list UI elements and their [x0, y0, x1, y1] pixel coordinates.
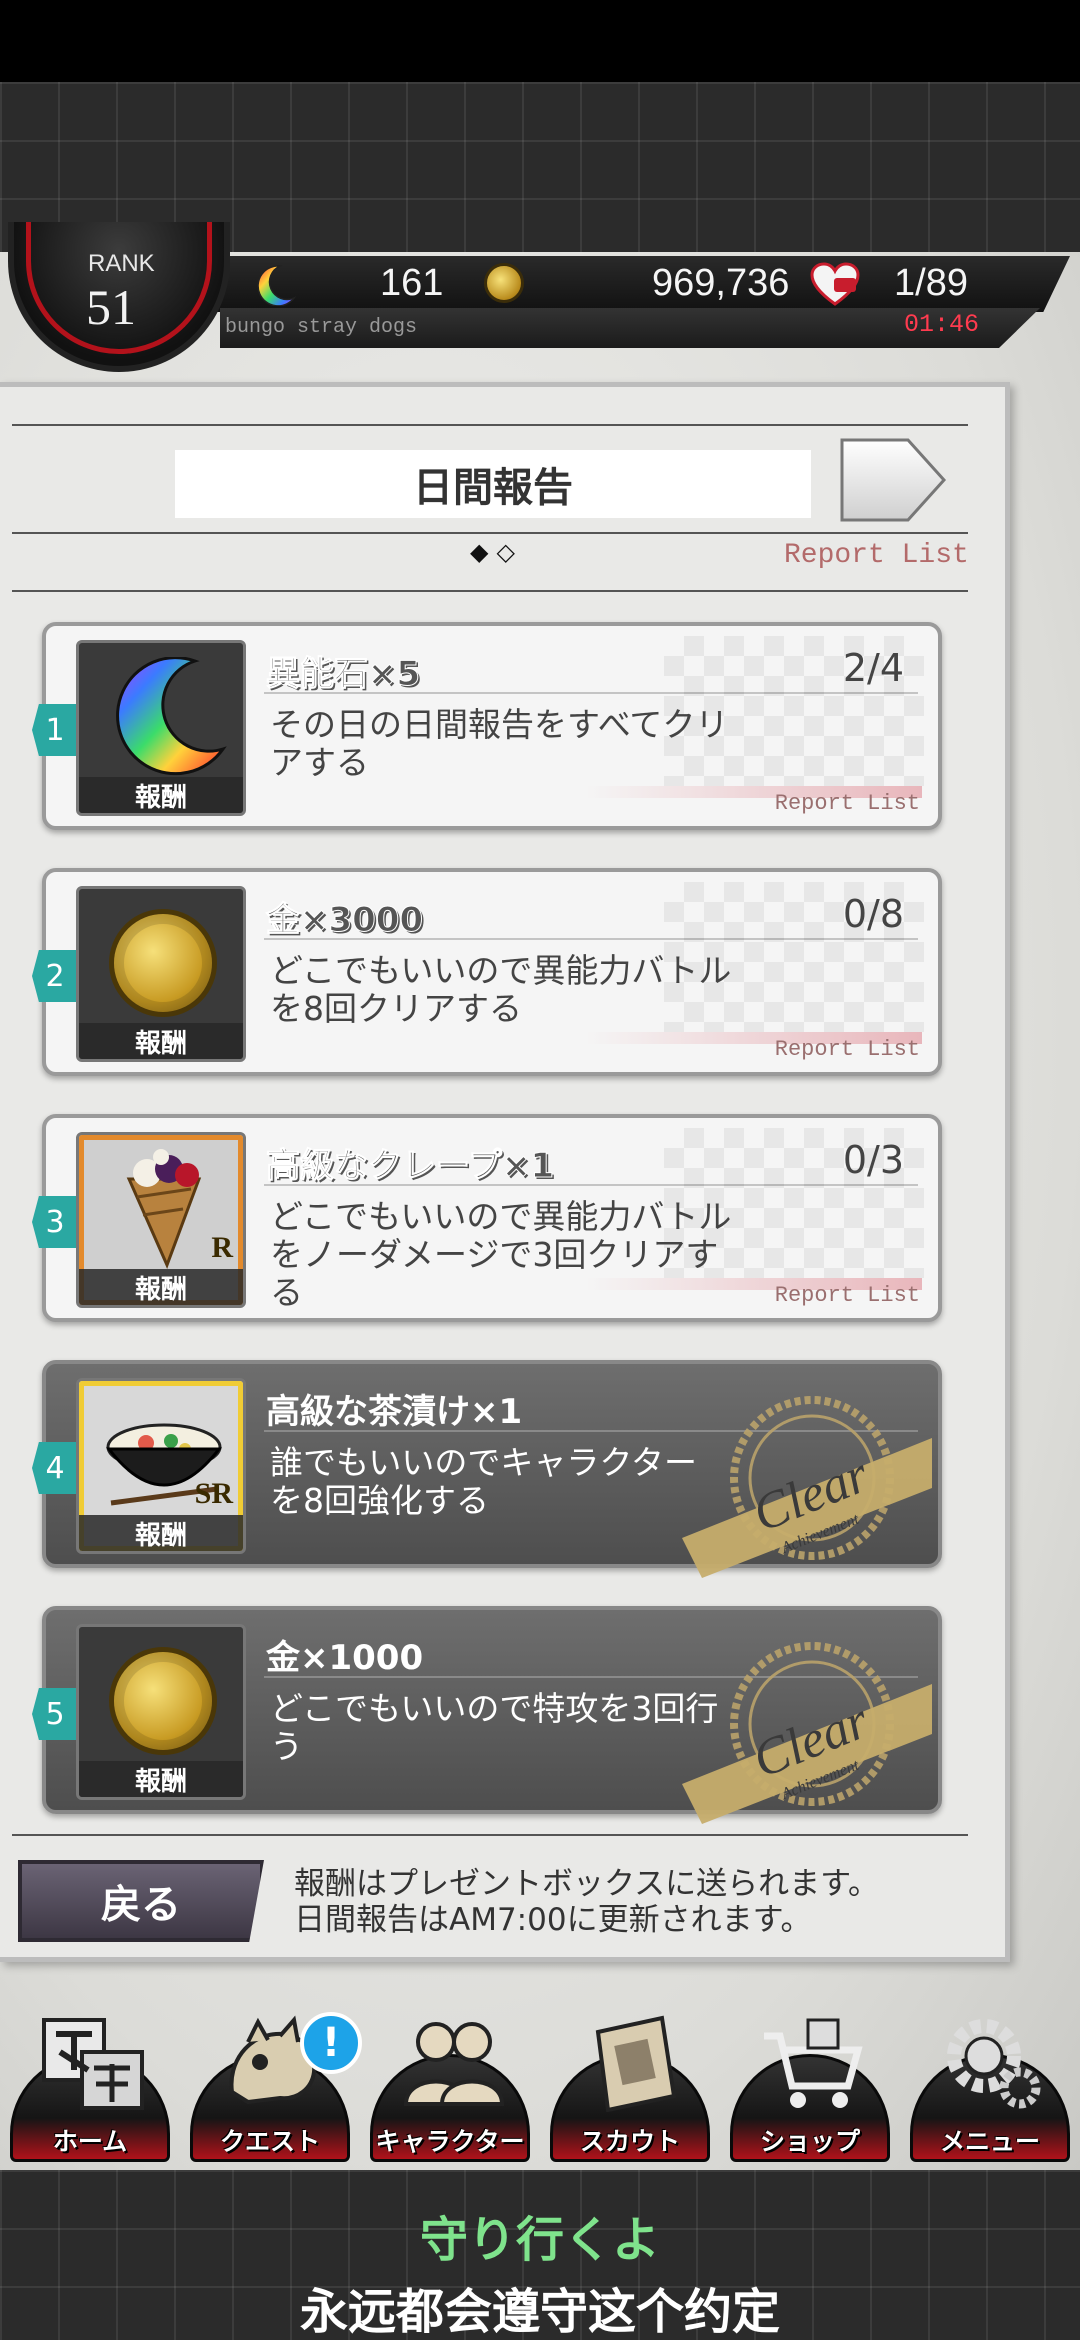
subtitle-japanese: 守り行くよ — [419, 2212, 660, 2268]
mission-card-4[interactable]: 4 SR 報酬 高級な茶漬け×1 誰でもいいのでキャラクターを8回強化する Cl… — [32, 1360, 942, 1578]
reward-thumbnail: SR 報酬 — [76, 1378, 246, 1554]
gold-coin-icon — [109, 909, 217, 1017]
mission-progress: 0/3 — [842, 1138, 904, 1182]
ability-stone-icon — [257, 265, 297, 306]
reward-label: 報酬 — [79, 1023, 243, 1059]
clear-stamp-icon: Clear Achievement — [682, 1642, 932, 1824]
mission-progress: 0/8 — [842, 892, 904, 936]
rarity-label: SR — [194, 1477, 233, 1510]
mission-progress: 2/4 — [842, 646, 904, 690]
scout-book-icon — [595, 2015, 677, 2112]
mission-number-badge: 1 — [32, 704, 78, 756]
mission-card-1[interactable]: 1 報酬 異能石×5 2/4 その日の日間報告をすべてクリアする Report … — [32, 622, 942, 830]
mission-description: どこでもいいので異能力バトルを8回クリアする — [270, 951, 732, 1028]
reward-name: 高級な茶漬け×1 — [266, 1392, 523, 1432]
reward-name: 金×3000 — [265, 900, 424, 941]
mission-description: どこでもいいので異能力バトルをノーダメージで3回クリアする — [270, 1197, 732, 1312]
page-title: 日間報告 — [175, 450, 811, 518]
mission-description: その日の日間報告をすべてクリアする — [270, 705, 729, 782]
reward-name: 異能石×5 — [265, 654, 421, 695]
menu-gear-icon — [947, 2019, 1041, 2109]
reward-name: 高級なクレープ×1 — [265, 1146, 555, 1187]
ability-stone-icon — [116, 657, 227, 776]
subtitle-chinese: 永远都会遵守这个约定 — [299, 2284, 780, 2340]
rank-value: 51 — [86, 279, 136, 335]
ap-count: 1/89 — [894, 262, 968, 304]
top-black-bar — [0, 0, 1080, 82]
nav-label: スカウト — [579, 2127, 680, 2156]
mission-number-badge: 5 — [32, 1688, 78, 1740]
note-line-2: 日間報告はAM7:00に更新されます。 — [294, 1902, 812, 1938]
note-line-1: 報酬はプレゼントボックスに送られます。 — [294, 1866, 879, 1902]
mission-card-3[interactable]: 3 R 報酬 高級なクレープ×1 0/3 どこでもいいので異能力バトルをノーダメ… — [32, 1114, 942, 1322]
mission-number-badge: 4 — [32, 1442, 78, 1494]
divider — [12, 1834, 968, 1836]
ap-heart-icon — [810, 262, 860, 306]
mission-description: どこでもいいので特攻を3回行う — [270, 1689, 719, 1766]
divider — [12, 590, 968, 592]
card-report-label: Report List — [774, 1037, 920, 1062]
nav-label: ショップ — [759, 2127, 860, 2156]
reward-thumbnail: R 報酬 — [76, 1132, 246, 1308]
mission-number-badge: 2 — [32, 950, 78, 1002]
game-subtitle: bungo stray dogs — [225, 316, 418, 339]
shop-cart-icon — [764, 2018, 863, 2108]
quest-alert-badge: ! — [300, 2012, 362, 2074]
card-report-label: Report List — [774, 791, 920, 816]
mission-description: 誰でもいいのでキャラクターを8回強化する — [270, 1443, 698, 1520]
reward-label: 報酬 — [79, 1761, 243, 1797]
mission-card-2[interactable]: 2 報酬 金×3000 0/8 どこでもいいので異能力バトルを8回クリアする R… — [32, 868, 942, 1076]
divider — [12, 424, 968, 426]
clear-stamp-icon: Clear Achievement — [682, 1396, 932, 1578]
next-page-arrow-icon[interactable] — [838, 436, 948, 524]
nav-menu[interactable]: メニュー — [910, 2000, 1078, 2170]
reward-label: 報酬 — [79, 1269, 243, 1305]
reward-name: 金×1000 — [266, 1638, 424, 1678]
nav-label: メニュー — [939, 2127, 1040, 2156]
gold-count: 969,736 — [652, 262, 790, 304]
reward-thumbnail: 報酬 — [76, 640, 246, 816]
back-button[interactable]: 戻る — [18, 1860, 264, 1942]
page-indicator: ◆◇ — [470, 538, 523, 566]
rank-label: RANK — [88, 250, 155, 277]
footer-note: 報酬はプレゼントボックスに送られます。 日間報告はAM7:00に更新されます。 — [294, 1866, 879, 1938]
characters-icon — [403, 2022, 505, 2106]
divider — [12, 532, 968, 534]
ability-stone-count: 161 — [380, 262, 444, 304]
gold-coin-icon — [484, 263, 524, 303]
rarity-label: R — [211, 1231, 233, 1264]
crepe-icon — [126, 1149, 202, 1269]
gold-coin-icon — [109, 1647, 217, 1755]
card-report-label: Report List — [774, 1283, 920, 1308]
home-bungo-icon — [42, 2018, 144, 2110]
nav-label: クエスト — [219, 2127, 320, 2156]
nav-home[interactable]: ホーム — [10, 2000, 178, 2170]
reward-label: 報酬 — [79, 777, 243, 813]
reward-thumbnail: 報酬 — [76, 1624, 246, 1800]
reward-label: 報酬 — [79, 1515, 243, 1551]
nav-characters[interactable]: キャラクター — [370, 2000, 538, 2170]
nav-shop[interactable]: ショップ — [730, 2000, 898, 2170]
report-list-link[interactable]: Report List — [784, 540, 969, 571]
mission-card-5[interactable]: 5 報酬 金×1000 どこでもいいので特攻を3回行う Clear Achiev… — [32, 1606, 942, 1824]
nav-label: ホーム — [52, 2127, 128, 2156]
mission-number-badge: 3 — [32, 1196, 78, 1248]
reward-thumbnail: 報酬 — [76, 886, 246, 1062]
nav-scout[interactable]: スカウト — [550, 2000, 718, 2170]
nav-label: キャラクター — [375, 2127, 525, 2156]
ap-timer: 01:46 — [904, 310, 980, 339]
